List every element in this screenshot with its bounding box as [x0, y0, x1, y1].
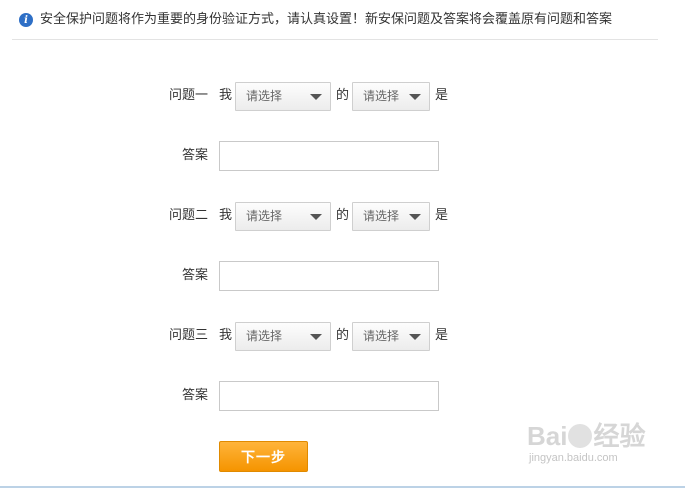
select-value: 请选择 — [363, 329, 400, 343]
question-label: 问题三 — [168, 328, 208, 343]
answer-1-input[interactable] — [219, 141, 439, 171]
notice-bar: i 安全保护问题将作为重要的身份验证方式，请认真设置！新安保问题及答案将会覆盖原… — [12, 10, 658, 40]
connector-de: 的 — [336, 88, 350, 103]
answer-label: 答案 — [181, 148, 208, 163]
notice-text: 安全保护问题将作为重要的身份验证方式，请认真设置！新安保问题及答案将会覆盖原有问… — [40, 12, 613, 27]
question-3-select-a[interactable]: 请选择 — [235, 322, 331, 351]
connector-de: 的 — [336, 328, 350, 343]
answer-row-2: 答案 — [0, 261, 685, 291]
watermark-url: jingyan.baidu.com — [529, 452, 618, 464]
question-3-select-b[interactable]: 请选择 — [352, 322, 430, 351]
connector-shi: 是 — [435, 208, 449, 223]
watermark-logo: Bai 经验 — [527, 416, 645, 453]
connector-shi: 是 — [435, 88, 449, 103]
dropdown-arrow-icon — [409, 214, 421, 220]
question-1-select-a[interactable]: 请选择 — [235, 82, 331, 111]
dropdown-arrow-icon — [409, 94, 421, 100]
dropdown-arrow-icon — [310, 94, 322, 100]
dropdown-arrow-icon — [409, 334, 421, 340]
select-value: 请选择 — [246, 89, 283, 103]
connector-shi: 是 — [435, 328, 449, 343]
select-value: 请选择 — [246, 329, 283, 343]
answer-row-1: 答案 — [0, 141, 685, 171]
question-2-select-b[interactable]: 请选择 — [352, 202, 430, 231]
select-value: 请选择 — [246, 209, 283, 223]
select-value: 请选择 — [363, 209, 400, 223]
question-label: 问题一 — [168, 88, 208, 103]
question-row-1: 问题一 我 请选择 的 请选择 是 — [0, 81, 685, 111]
connector-wo: 我 — [219, 208, 233, 223]
question-label: 问题二 — [168, 208, 208, 223]
next-step-button[interactable]: 下一步 — [219, 441, 308, 472]
dropdown-arrow-icon — [310, 214, 322, 220]
dropdown-arrow-icon — [310, 334, 322, 340]
connector-wo: 我 — [219, 88, 233, 103]
info-icon: i — [19, 13, 33, 27]
connector-de: 的 — [336, 208, 350, 223]
answer-label: 答案 — [181, 388, 208, 403]
question-1-select-b[interactable]: 请选择 — [352, 82, 430, 111]
answer-row-3: 答案 — [0, 381, 685, 411]
watermark-logo-right: 经验 — [593, 421, 646, 451]
connector-wo: 我 — [219, 328, 233, 343]
answer-2-input[interactable] — [219, 261, 439, 291]
security-question-page: i 安全保护问题将作为重要的身份验证方式，请认真设置！新安保问题及答案将会覆盖原… — [0, 0, 685, 489]
answer-label: 答案 — [181, 268, 208, 283]
bottom-divider — [0, 486, 685, 488]
watermark-logo-left: Bai — [527, 421, 568, 451]
question-2-select-a[interactable]: 请选择 — [235, 202, 331, 231]
question-row-2: 问题二 我 请选择 的 请选择 是 — [0, 201, 685, 231]
select-value: 请选择 — [363, 89, 400, 103]
baidu-jingyan-watermark: Bai 经验 jingyan.baidu.com — [527, 416, 657, 474]
answer-3-input[interactable] — [219, 381, 439, 411]
question-row-3: 问题三 我 请选择 的 请选择 是 — [0, 321, 685, 351]
paw-icon — [568, 424, 593, 448]
